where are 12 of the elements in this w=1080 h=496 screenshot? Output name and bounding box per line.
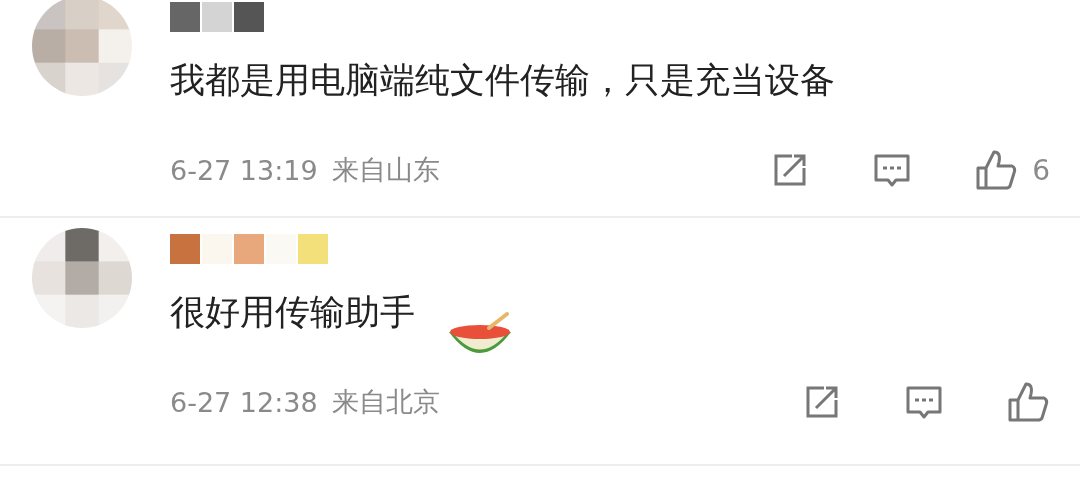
thumbs-up-icon[interactable] <box>1006 380 1050 424</box>
thumbs-up-icon[interactable] <box>974 148 1019 192</box>
pixelated-username[interactable] <box>170 234 330 264</box>
avatar[interactable] <box>32 228 132 328</box>
comment-time: 6-27 13:19 <box>170 154 318 186</box>
pixelated-username[interactable] <box>170 2 266 32</box>
comment-location: 来自山东 <box>331 153 440 187</box>
comment-time: 6-27 12:38 <box>170 386 318 418</box>
comment-text: 很好用传输助手 <box>170 291 415 334</box>
comment-location: 来自北京 <box>331 385 440 419</box>
comment-text: 我都是用电脑端纯文件传输，只是充当设备 <box>170 59 835 102</box>
like-count: 6 <box>1032 153 1050 187</box>
